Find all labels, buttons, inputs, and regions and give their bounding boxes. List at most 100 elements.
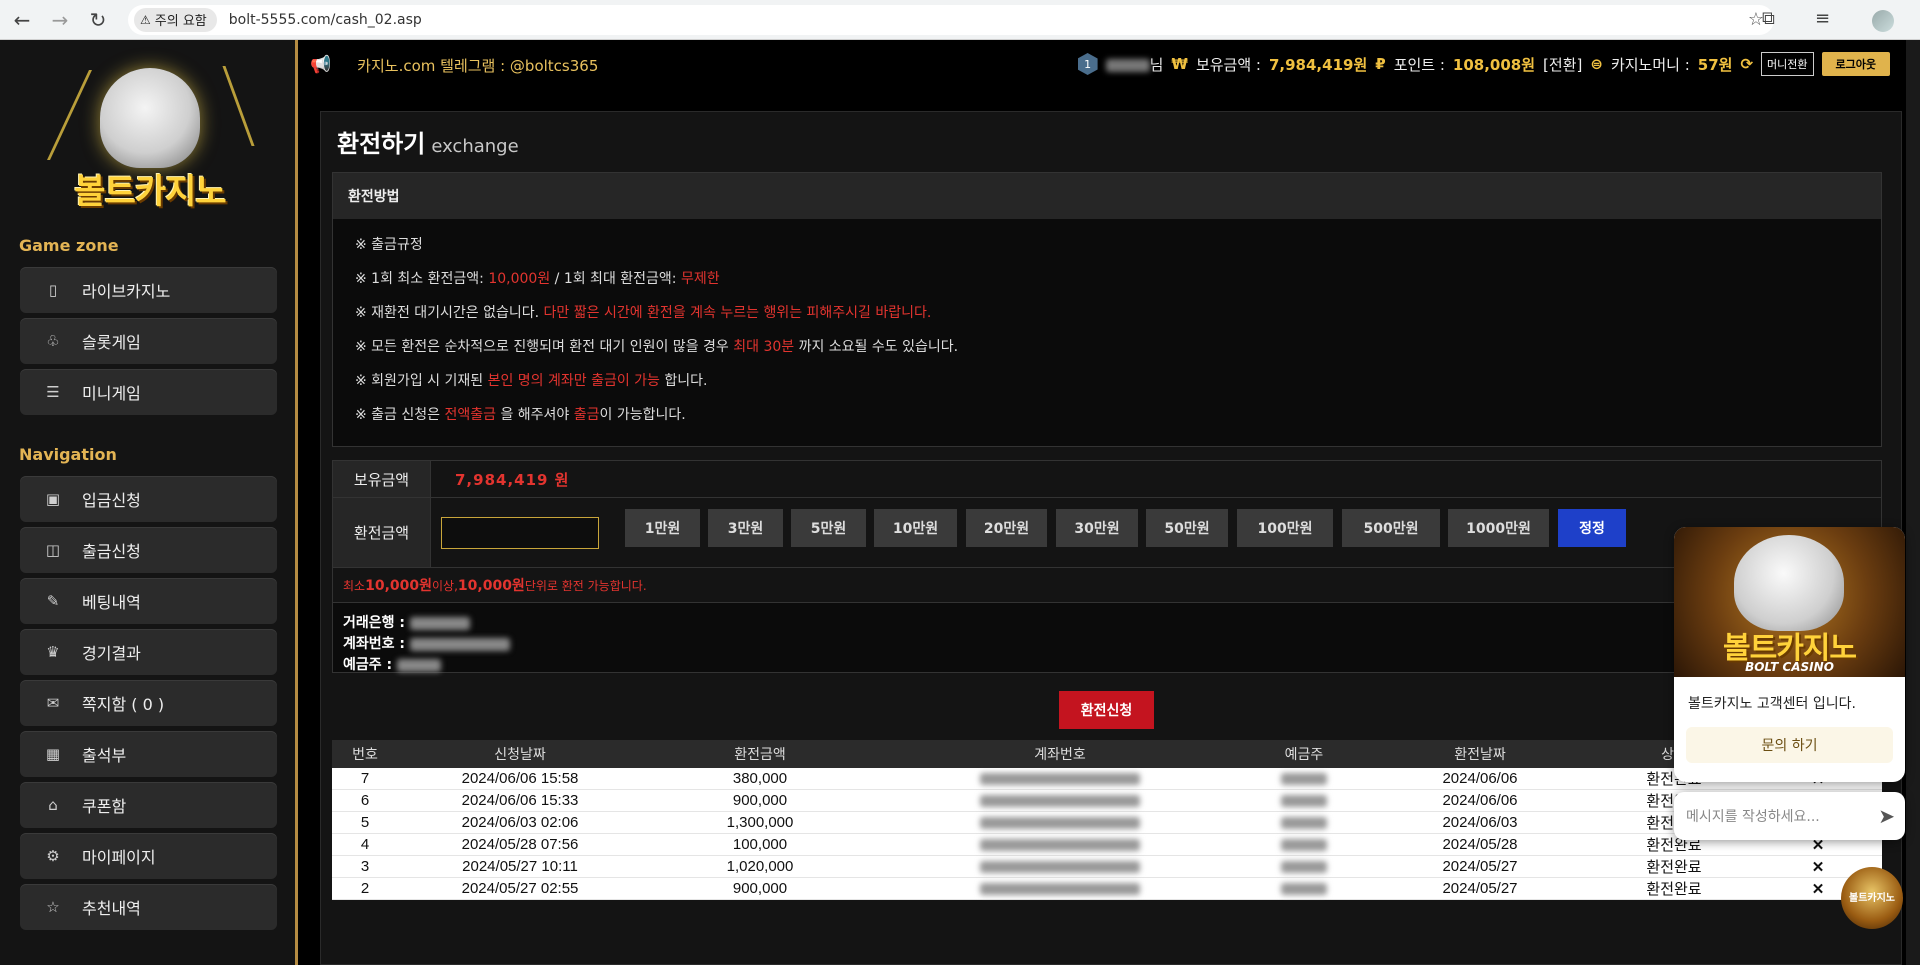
- sidebar-item-slot[interactable]: ♧ 슬롯게임: [20, 318, 277, 364]
- sidebar-item-attendance[interactable]: ▦ 출석부: [20, 731, 277, 777]
- back-icon[interactable]: ←: [6, 4, 38, 36]
- sidebar-item-results[interactable]: ♛ 경기결과: [20, 629, 277, 675]
- trophy-icon: ♛: [46, 643, 60, 661]
- amount-5m-button[interactable]: 500만원: [1342, 509, 1440, 547]
- account-blurred: [980, 773, 1140, 786]
- sidebar-item-betting[interactable]: ✎ 베팅내역: [20, 578, 277, 624]
- exchange-page: 환전하기 exchange 환전방법 ※ 출금규정 ※ 1회 최소 환전금액: 1…: [320, 111, 1902, 965]
- rule-line: ※ 출금 신청은 전액출금 을 해주셔야 출금이 가능합니다.: [355, 407, 686, 423]
- message-icon: ✉: [46, 694, 60, 712]
- col-header: 신청날짜: [398, 740, 642, 768]
- address-bar[interactable]: ⚠ 주의 요함 bolt-5555.com/cash_02.asp ☆: [128, 4, 1774, 35]
- page-scrollbar[interactable]: [1906, 40, 1920, 965]
- forward-icon[interactable]: →: [44, 4, 76, 36]
- account-holder-blurred: [397, 658, 441, 672]
- balance-value: 7,984,419원: [1268, 55, 1368, 74]
- gear-icon: ⚙: [46, 847, 60, 865]
- profile-avatar[interactable]: [1872, 10, 1894, 32]
- coupon-icon: ⌂: [48, 796, 58, 814]
- casino-money-label: 카지노머니 :: [1610, 55, 1690, 74]
- amount-300k-button[interactable]: 30만원: [1056, 509, 1138, 547]
- table-row: 4 2024/05/28 07:56 100,000 2024/05/28 환전완료 ✕: [332, 833, 1882, 856]
- amount-10k-button[interactable]: 1만원: [625, 509, 700, 547]
- account-blurred: [980, 817, 1140, 830]
- betting-icon: ✎: [46, 592, 60, 610]
- rule-line: ※ 모든 환전은 순차적으로 진행되며 환전 대기 인원이 많을 경우 최대 3…: [355, 339, 959, 355]
- warning-icon: ⚠: [140, 12, 151, 27]
- point-exchange-link[interactable]: [전환]: [1543, 54, 1582, 75]
- security-warning-chip[interactable]: ⚠ 주의 요함: [134, 7, 217, 32]
- amount-input[interactable]: [441, 516, 599, 549]
- balance-label: 보유금액: [333, 461, 431, 497]
- holder-blurred: [1281, 883, 1327, 896]
- send-icon[interactable]: ➤: [1878, 804, 1895, 828]
- page-subtitle: exchange: [431, 136, 519, 157]
- amount-200k-button[interactable]: 20만원: [966, 509, 1047, 547]
- navigation-title: Navigation: [19, 445, 117, 464]
- point-value: 108,008원: [1452, 55, 1536, 74]
- money-exchange-button[interactable]: 머니전환: [1761, 52, 1814, 76]
- holder-blurred: [1281, 795, 1327, 808]
- col-header: 예금주: [1242, 740, 1366, 768]
- site-logo[interactable]: 볼트카지노: [47, 60, 255, 212]
- amount-50k-button[interactable]: 5만원: [791, 509, 866, 547]
- chat-launcher[interactable]: 볼트카지노: [1841, 867, 1903, 929]
- sidebar-item-messages[interactable]: ✉ 쪽지함 ( 0 ): [20, 680, 277, 726]
- amount-100k-button[interactable]: 10만원: [874, 509, 957, 547]
- point-label: 포인트 :: [1393, 55, 1445, 74]
- table-row: 52024/06/03 02:061,300,0002024/06/03환전완료…: [332, 811, 1882, 834]
- won-icon: ₩: [1171, 55, 1188, 73]
- sidebar-item-coupons[interactable]: ⌂ 쿠폰함: [20, 782, 277, 828]
- sidebar-item-deposit[interactable]: ▣ 입금신청: [20, 476, 277, 522]
- bank-name-row: 거래은행 :: [343, 613, 1881, 634]
- username: 님: [1105, 54, 1163, 75]
- level-badge: 1: [1077, 53, 1098, 75]
- casino-coin-icon: ⊜: [1590, 55, 1603, 73]
- amount-30k-button[interactable]: 3만원: [708, 509, 783, 547]
- holder-blurred: [1281, 817, 1327, 830]
- balance-amount: 7,984,419 원: [455, 470, 570, 489]
- top-bar: 📢 카지노.com 텔레그램 : @boltcs365 1 님 ₩ 보유금액 :…: [298, 40, 1920, 90]
- sidebar: 볼트카지노 Game zone ▯ 라이브카지노 ♧ 슬롯게임 ☰ 미니게임 Navi…: [0, 40, 298, 965]
- rule-line: ※ 1회 최소 환전금액: 10,000원 / 1회 최대 환전금액: 무제한: [355, 271, 720, 287]
- table-row: 2 2024/05/27 02:55 900,000 2024/05/27 환전완료 ✕: [332, 877, 1882, 900]
- telegram-notice[interactable]: 카지노.com 텔레그램 : @boltcs365: [357, 55, 598, 76]
- account-blurred: [980, 839, 1140, 852]
- mini-icon: ☰: [46, 383, 60, 401]
- sidebar-item-mini[interactable]: ☰ 미니게임: [20, 369, 277, 415]
- refresh-icon[interactable]: ⟳: [1740, 55, 1753, 73]
- account-blurred: [980, 883, 1140, 896]
- sidebar-item-live-casino[interactable]: ▯ 라이브카지노: [20, 267, 277, 313]
- media-icon[interactable]: ≡: [1815, 8, 1830, 29]
- col-header: 환전날짜: [1366, 740, 1594, 768]
- rule-line: ※ 출금규정: [355, 237, 423, 253]
- sidebar-item-withdraw[interactable]: ◫ 출금신청: [20, 527, 277, 573]
- url-text: bolt-5555.com/cash_02.asp: [228, 11, 422, 28]
- chat-message-input[interactable]: 메시지를 작성하세요... ➤: [1674, 792, 1905, 840]
- account-number-row: 계좌번호 :: [343, 634, 1881, 655]
- slot-icon: ♧: [46, 332, 60, 350]
- reset-button[interactable]: 정정: [1558, 509, 1626, 547]
- reload-icon[interactable]: ↻: [82, 4, 114, 36]
- username-blurred: [1105, 58, 1150, 72]
- amount-1m-button[interactable]: 100만원: [1237, 509, 1333, 547]
- holder-blurred: [1281, 773, 1327, 786]
- sidebar-item-mypage[interactable]: ⚙ 마이페이지: [20, 833, 277, 879]
- casino-money-value: 57원: [1697, 55, 1733, 74]
- sidebar-item-referrals[interactable]: ☆ 추천내역: [20, 884, 277, 930]
- logout-button[interactable]: 로그아웃: [1821, 52, 1890, 76]
- extensions-icon[interactable]: ⧉: [1762, 8, 1775, 29]
- amount-10m-button[interactable]: 1000만원: [1448, 509, 1549, 547]
- account-number-blurred: [409, 637, 510, 651]
- exchange-submit-button[interactable]: 환전신청: [1059, 691, 1154, 729]
- holder-blurred: [1281, 839, 1327, 852]
- table-row: 3 2024/05/27 10:11 1,020,000 2024/05/27 환전완료…: [332, 855, 1882, 878]
- amount-500k-button[interactable]: 50만원: [1146, 509, 1228, 547]
- table-row: 62024/06/06 15:33900,0002024/06/06환전완료✕: [332, 789, 1882, 812]
- dog-mascot-icon: [1734, 535, 1844, 631]
- balance-row: 보유금액 7,984,419 원: [332, 460, 1882, 498]
- amount-row: 환전금액 1만원 3만원 5만원 10만원 20만원 30만원 50만원 100…: [332, 497, 1882, 568]
- card-icon: ▯: [48, 281, 58, 299]
- megaphone-icon: 📢: [310, 55, 332, 75]
- inquiry-button[interactable]: 문의 하기: [1686, 727, 1893, 763]
